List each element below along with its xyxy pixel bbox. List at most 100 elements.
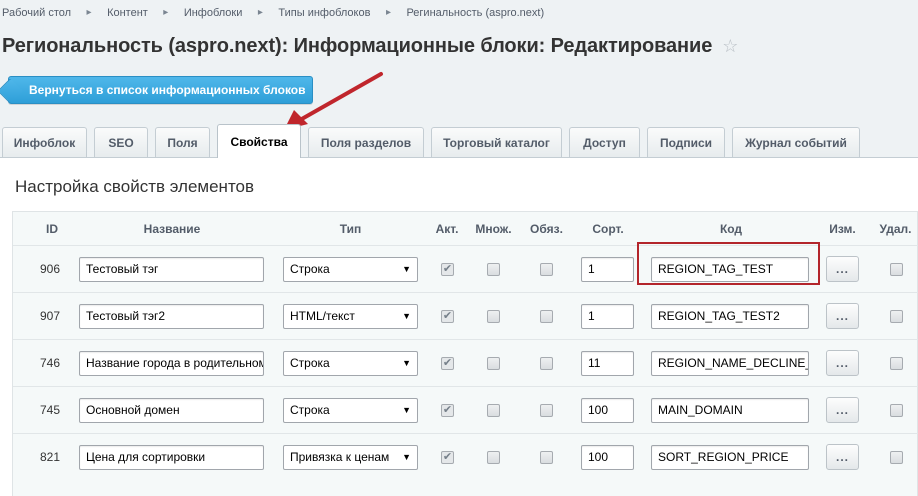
dropdown-caret-icon: ▼ <box>402 405 411 415</box>
active-checkbox[interactable]: ✔ <box>441 262 454 276</box>
tab-access[interactable]: Доступ <box>569 127 640 158</box>
favorite-star-icon[interactable]: ☆ <box>722 36 738 57</box>
section-title: Настройка свойств элементов <box>15 177 255 196</box>
active-checkbox[interactable]: ✔ <box>441 309 454 323</box>
breadcrumb-item[interactable]: Рабочий стол <box>2 7 71 19</box>
multiple-checkbox[interactable] <box>487 356 500 370</box>
breadcrumb-item[interactable]: Типы инфоблоков <box>278 7 370 19</box>
col-header-delete: Удал. <box>879 221 912 236</box>
property-type-value: Строка <box>290 403 330 417</box>
tab-label: Журнал событий <box>745 136 847 150</box>
back-to-list-label: Вернуться в список информационных блоков <box>29 83 306 97</box>
property-type-select[interactable]: Строка ▼ <box>283 256 418 282</box>
row-id: 907 <box>40 309 61 323</box>
property-type-select[interactable]: Строка ▼ <box>283 350 418 376</box>
edit-property-button[interactable]: ... <box>826 444 859 470</box>
required-checkbox[interactable] <box>540 450 553 464</box>
required-checkbox[interactable] <box>540 309 553 323</box>
property-type-value: Строка <box>290 262 330 276</box>
dropdown-caret-icon: ▼ <box>402 452 411 462</box>
row-id: 906 <box>40 262 61 276</box>
delete-checkbox[interactable] <box>890 403 903 417</box>
col-header-type: Тип <box>339 221 362 236</box>
sort-input[interactable]: 100 <box>581 444 634 470</box>
property-type-select[interactable]: Привязка к ценам ▼ <box>283 444 418 470</box>
code-input[interactable]: SORT_REGION_PRICE <box>651 444 809 470</box>
table-row: 746 Название города в родительном Строка… <box>13 339 918 386</box>
edit-property-button[interactable]: ... <box>826 350 859 376</box>
sort-input[interactable]: 1 <box>581 303 634 329</box>
col-header-name: Название <box>143 221 201 236</box>
breadcrumb-item[interactable]: Контент <box>107 7 148 19</box>
delete-checkbox[interactable] <box>890 309 903 323</box>
sort-input[interactable]: 11 <box>581 350 634 376</box>
tab-infoblock[interactable]: Инфоблок <box>2 127 87 158</box>
tab-properties[interactable]: Свойства <box>217 124 301 158</box>
tab-trade-catalog[interactable]: Торговый каталог <box>431 127 562 158</box>
delete-checkbox[interactable] <box>890 356 903 370</box>
back-to-list-button[interactable]: Вернуться в список информационных блоков <box>8 76 313 104</box>
property-name-input[interactable]: Название города в родительном <box>79 350 264 376</box>
delete-checkbox[interactable] <box>890 262 903 276</box>
multiple-checkbox[interactable] <box>487 309 500 323</box>
dropdown-caret-icon: ▼ <box>402 358 411 368</box>
tab-label: Инфоблок <box>13 136 76 150</box>
tab-labels[interactable]: Подписи <box>647 127 725 158</box>
row-id: 821 <box>40 450 61 464</box>
breadcrumb-item[interactable]: Инфоблоки <box>184 7 243 19</box>
breadcrumb-separator-icon: ▸ <box>385 6 391 18</box>
tab-label: Подписи <box>659 136 713 150</box>
row-id: 746 <box>40 356 61 370</box>
active-checkbox[interactable]: ✔ <box>441 356 454 370</box>
active-checkbox[interactable]: ✔ <box>441 450 454 464</box>
tab-event-log[interactable]: Журнал событий <box>732 127 860 158</box>
multiple-checkbox[interactable] <box>487 262 500 276</box>
property-type-select[interactable]: HTML/текст ▼ <box>283 303 418 329</box>
multiple-checkbox[interactable] <box>487 450 500 464</box>
multiple-checkbox[interactable] <box>487 403 500 417</box>
col-header-multiple: Множ. <box>475 221 512 236</box>
dropdown-caret-icon: ▼ <box>402 311 411 321</box>
tab-seo[interactable]: SEO <box>94 127 148 158</box>
breadcrumb-item[interactable]: Регинальность (aspro.next) <box>406 7 544 19</box>
active-checkbox[interactable]: ✔ <box>441 403 454 417</box>
table-row: 745 Основной домен Строка ▼ ✔ 100 MAIN_DO… <box>13 386 918 433</box>
edit-property-button[interactable]: ... <box>826 256 859 282</box>
required-checkbox[interactable] <box>540 356 553 370</box>
property-name-input[interactable]: Тестовый тэг <box>79 256 264 282</box>
row-id: 745 <box>40 403 61 417</box>
code-input[interactable]: REGION_TAG_TEST2 <box>651 303 809 329</box>
code-input[interactable]: REGION_TAG_TEST <box>651 256 809 282</box>
breadcrumb-separator-icon: ▸ <box>86 6 92 18</box>
sort-input[interactable]: 1 <box>581 256 634 282</box>
property-name-input[interactable]: Цена для сортировки <box>79 444 264 470</box>
tab-fields[interactable]: Поля <box>155 127 210 158</box>
table-row: 906 Тестовый тэг Строка ▼ ✔ 1 REGION_TAG_… <box>13 245 918 292</box>
tab-label: Доступ <box>583 136 626 150</box>
page-title-row: Региональность (aspro.next): Информацион… <box>2 33 738 59</box>
content-panel: Настройка свойств элементов ID Название … <box>0 157 918 496</box>
property-type-select[interactable]: Строка ▼ <box>283 397 418 423</box>
table-row: 821 Цена для сортировки Привязка к ценам… <box>13 433 918 480</box>
code-input[interactable]: REGION_NAME_DECLINE_ <box>651 350 809 376</box>
breadcrumb-separator-icon: ▸ <box>257 6 263 18</box>
property-name-input[interactable]: Основной домен <box>79 397 264 423</box>
edit-property-button[interactable]: ... <box>826 303 859 329</box>
required-checkbox[interactable] <box>540 403 553 417</box>
table-row: 907 Тестовый тэг2 HTML/текст ▼ ✔ 1 REGION… <box>13 292 918 339</box>
properties-table: ID Название Тип Акт. Множ. Обяз. Сорт. К… <box>12 211 918 496</box>
property-name-input[interactable]: Тестовый тэг2 <box>79 303 264 329</box>
delete-checkbox[interactable] <box>890 450 903 464</box>
tab-label: Свойства <box>230 134 288 149</box>
breadcrumb-separator-icon: ▸ <box>163 6 169 18</box>
required-checkbox[interactable] <box>540 262 553 276</box>
edit-property-button[interactable]: ... <box>826 397 859 423</box>
code-input[interactable]: MAIN_DOMAIN <box>651 397 809 423</box>
tab-label: Торговый каталог <box>443 136 550 150</box>
col-header-active: Акт. <box>435 221 459 236</box>
breadcrumb: Рабочий стол ▸ Контент ▸ Инфоблоки ▸ Тип… <box>2 6 544 20</box>
tab-section-fields[interactable]: Поля разделов <box>308 127 424 158</box>
tab-label: Поля разделов <box>320 136 412 150</box>
page-title: Региональность (aspro.next): Информацион… <box>2 34 713 57</box>
sort-input[interactable]: 100 <box>581 397 634 423</box>
